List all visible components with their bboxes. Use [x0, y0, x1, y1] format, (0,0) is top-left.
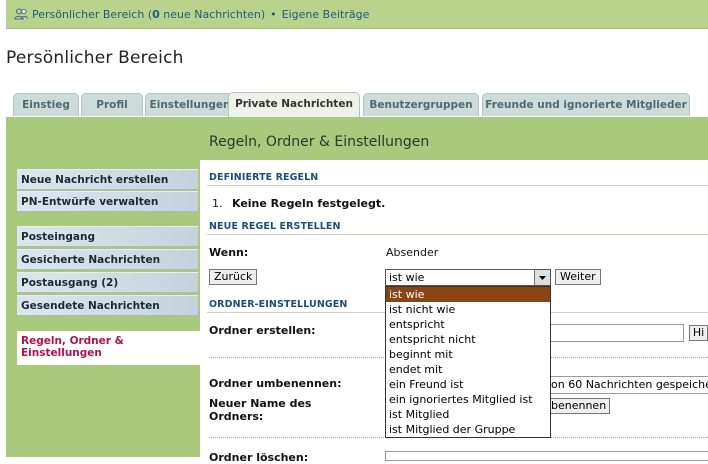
create-folder-label: Ordner erstellen:	[209, 324, 316, 337]
condition-select[interactable]: ist wie	[385, 269, 551, 286]
personal-area-link-suffix: neue Nachrichten)	[159, 7, 266, 21]
create-folder-input[interactable]	[548, 324, 684, 342]
sidebar-item-new-message[interactable]: Neue Nachricht erstellen	[17, 169, 198, 190]
rule-list-number: 1.	[212, 197, 223, 210]
header-divider	[207, 185, 708, 186]
condition-dropdown-list[interactable]: ist wie ist nicht wie entspricht entspri…	[385, 286, 551, 438]
new-rule-header: Neue Regel erstellen	[209, 221, 341, 232]
new-folder-name-label-line2: Ordners:	[209, 410, 264, 423]
new-message-count: 0	[152, 7, 160, 21]
sidebar-item-drafts[interactable]: PN-Entwürfe verwalten	[17, 191, 198, 212]
sidebar-item-saved[interactable]: Gesicherte Nachrichten	[17, 249, 198, 270]
users-icon	[14, 8, 28, 20]
new-folder-name-label-line1: Neuer Name des	[209, 397, 312, 410]
new-folder-name-label: Neuer Name des Ordners:	[209, 397, 311, 423]
personal-area-link[interactable]: Persönlicher Bereich (0 neue Nachrichten…	[32, 8, 265, 21]
tab-einstieg[interactable]: Einstieg	[13, 93, 79, 116]
delete-folder-label: Ordner löschen:	[209, 451, 309, 464]
condition-select-value: ist wie	[389, 271, 425, 284]
if-label: Wenn:	[209, 246, 249, 259]
dropdown-option[interactable]: ist Mitglied	[386, 407, 550, 422]
dropdown-option[interactable]: endet mit	[386, 362, 550, 377]
own-posts-link[interactable]: Eigene Beiträge	[282, 8, 370, 21]
dropdown-option[interactable]: ist wie	[386, 287, 550, 302]
rename-folder-select[interactable]: on 60 Nachrichten gespeiche	[548, 376, 708, 394]
dropdown-option[interactable]: ist nicht wie	[386, 302, 550, 317]
dropdown-option[interactable]: ein ignoriertes Mitglied ist	[386, 392, 550, 407]
tab-einstellungen[interactable]: Einstellungen	[145, 93, 235, 116]
rename-folder-button[interactable]: benennen	[549, 398, 611, 414]
dropdown-option[interactable]: beginnt mit	[386, 347, 550, 362]
next-button[interactable]: Weiter	[555, 269, 601, 285]
back-button[interactable]: Zurück	[209, 269, 258, 285]
separator-dot: •	[270, 7, 277, 21]
sidebar-item-rules-folders-settings[interactable]: Regeln, Ordner & Einstellungen	[17, 331, 200, 365]
tab-profil[interactable]: Profil	[81, 93, 143, 116]
if-value: Absender	[386, 246, 439, 259]
sidebar-active-line1: Regeln, Ordner &	[21, 335, 124, 347]
folder-settings-header: Ordner-Einstellungen	[209, 299, 348, 310]
sidebar-item-inbox[interactable]: Posteingang	[17, 226, 198, 247]
no-rules-text: Keine Regeln festgelegt.	[232, 197, 386, 210]
delete-folder-select[interactable]	[385, 451, 708, 461]
defined-rules-header: Definierte Regeln	[209, 172, 319, 183]
personal-area-link-text: Persönlicher Bereich (	[32, 7, 153, 21]
top-bar: Persönlicher Bereich (0 neue Nachrichten…	[6, 0, 708, 29]
header-divider	[207, 234, 708, 235]
tab-benutzergruppen[interactable]: Benutzergruppen	[363, 93, 479, 116]
create-folder-button[interactable]: Hi	[689, 325, 708, 341]
dropdown-option[interactable]: ist Mitglied der Gruppe	[386, 422, 550, 437]
dropdown-option[interactable]: entspricht nicht	[386, 332, 550, 347]
sidebar-active-line2: Einstellungen	[21, 347, 102, 359]
tab-freunde[interactable]: Freunde und ignorierte Mitglieder	[482, 93, 690, 116]
sidebar-item-sent[interactable]: Gesendete Nachrichten	[17, 295, 198, 316]
page-title: Persönlicher Bereich	[6, 48, 184, 68]
dropdown-option[interactable]: entspricht	[386, 317, 550, 332]
chevron-down-icon[interactable]	[534, 270, 550, 285]
section-title: Regeln, Ordner & Einstellungen	[209, 134, 430, 150]
dropdown-option[interactable]: ein Freund ist	[386, 377, 550, 392]
sidebar-item-outbox[interactable]: Postausgang (2)	[17, 272, 198, 293]
rename-folder-label: Ordner umbenennen:	[209, 377, 342, 390]
tab-private-nachrichten[interactable]: Private Nachrichten	[228, 92, 360, 117]
